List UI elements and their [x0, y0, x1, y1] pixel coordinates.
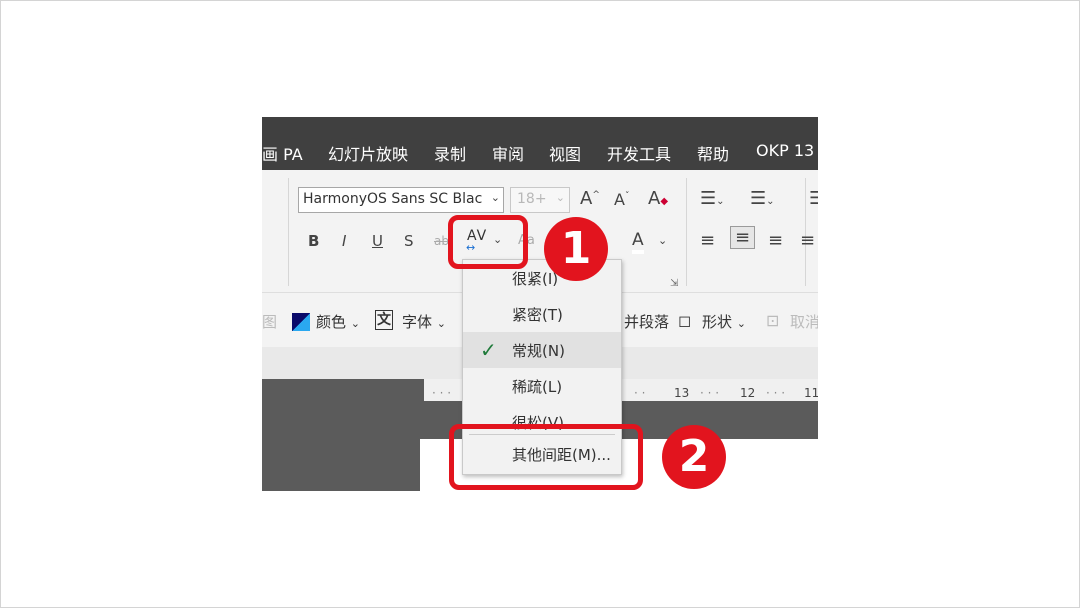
- indent-icon[interactable]: ☰: [809, 188, 818, 209]
- tab-record[interactable]: 录制: [434, 141, 466, 165]
- shape-icon[interactable]: ◻: [678, 311, 691, 330]
- font-theme-icon[interactable]: 文: [375, 310, 393, 330]
- menu-item-label: 紧密(T): [512, 306, 563, 324]
- font-name-combobox[interactable]: HarmonyOS Sans SC Blac ⌄: [298, 187, 504, 213]
- color-label: 颜色: [316, 313, 347, 331]
- numbering-icon[interactable]: ☰⌄: [750, 188, 775, 209]
- tab-draw[interactable]: 画 PA: [262, 141, 303, 165]
- font-size-combobox[interactable]: 18+ ⌄: [510, 187, 570, 213]
- clear-formatting-button[interactable]: A◆: [648, 188, 668, 209]
- ruler-tick: 12: [740, 386, 756, 400]
- tab-view[interactable]: 视图: [549, 141, 581, 165]
- font-size-value: 18+: [517, 191, 547, 207]
- font-theme-button[interactable]: 字体 ⌄: [402, 311, 446, 332]
- ruler-tick: 11: [804, 386, 818, 400]
- align-center-icon[interactable]: ≡: [730, 226, 756, 249]
- shadow-button[interactable]: S: [404, 232, 414, 250]
- checkmark-icon: ✓: [480, 338, 497, 362]
- chevron-down-icon[interactable]: ⌄: [658, 234, 667, 247]
- ruler-dots: · · ·: [432, 386, 452, 400]
- eraser-icon: ◆: [660, 196, 669, 207]
- bullets-icon[interactable]: ☰⌄: [700, 188, 725, 209]
- grow-font-button[interactable]: A^: [580, 188, 600, 209]
- callout-badge-2: 2: [662, 425, 726, 489]
- ruler-dots: · · ·: [766, 386, 786, 400]
- chevron-down-icon[interactable]: ⌄: [556, 191, 565, 204]
- menu-item-label: 很紧(I): [512, 270, 559, 288]
- italic-button[interactable]: I: [342, 232, 346, 250]
- shrink-font-label: A: [614, 190, 625, 209]
- ruler-tick: 13: [674, 386, 690, 400]
- font-color-label: A: [632, 230, 644, 250]
- font-theme-label: 字体: [402, 313, 433, 331]
- shape-label: 形状: [702, 313, 733, 331]
- merge-paragraph-button[interactable]: 并段落: [624, 311, 669, 332]
- font-color-button[interactable]: A: [632, 230, 644, 254]
- color-button[interactable]: 颜色 ⌄: [316, 311, 360, 332]
- menu-item-tight[interactable]: 紧密(T): [463, 296, 621, 332]
- menu-item-label: 稀疏(L): [512, 378, 563, 396]
- group-divider: [288, 178, 289, 286]
- highlight-box-spacing-button: [448, 215, 528, 269]
- grow-font-label: A: [580, 188, 593, 209]
- tab-slideshow[interactable]: 幻灯片放映: [328, 141, 408, 165]
- cancel-icon: ⊡: [766, 311, 780, 330]
- justify-icon[interactable]: ≡: [800, 230, 815, 251]
- tab-help[interactable]: 帮助: [697, 141, 729, 165]
- cancel-button[interactable]: 取消: [790, 311, 818, 332]
- ruler-dots: · · ·: [700, 386, 720, 400]
- color-swatch-icon[interactable]: [292, 313, 310, 331]
- group-divider: [686, 178, 687, 286]
- chevron-down-icon[interactable]: ⌄: [491, 191, 500, 204]
- menu-item-loose[interactable]: 稀疏(L): [463, 368, 621, 404]
- shape-button[interactable]: 形状 ⌄: [702, 311, 746, 332]
- dialog-launcher-icon[interactable]: ⇲: [670, 278, 678, 289]
- strikethrough-button[interactable]: ab: [434, 234, 449, 248]
- ribbon-tab-bar: 画 PA 幻灯片放映 录制 审阅 视图 开发工具 帮助 OKP 13: [262, 117, 818, 170]
- menu-item-label: 常规(N): [512, 342, 565, 360]
- font-name-value: HarmonyOS Sans SC Blac: [303, 191, 483, 207]
- underline-button[interactable]: U: [372, 232, 383, 250]
- align-right-icon[interactable]: ≡: [768, 230, 783, 251]
- partial-icon: 图: [262, 313, 278, 331]
- align-left-icon[interactable]: ≡: [700, 230, 715, 251]
- shrink-font-button[interactable]: Aˇ: [614, 190, 629, 209]
- tab-okp[interactable]: OKP 13: [756, 141, 814, 160]
- menu-item-normal[interactable]: ✓ 常规(N): [463, 332, 621, 368]
- bold-button[interactable]: B: [308, 232, 319, 250]
- tab-review[interactable]: 审阅: [492, 141, 524, 165]
- highlight-box-more-spacing: [449, 424, 643, 490]
- callout-badge-1: 1: [544, 217, 608, 281]
- ruler-dots: · ·: [634, 386, 646, 400]
- tab-developer[interactable]: 开发工具: [607, 141, 671, 165]
